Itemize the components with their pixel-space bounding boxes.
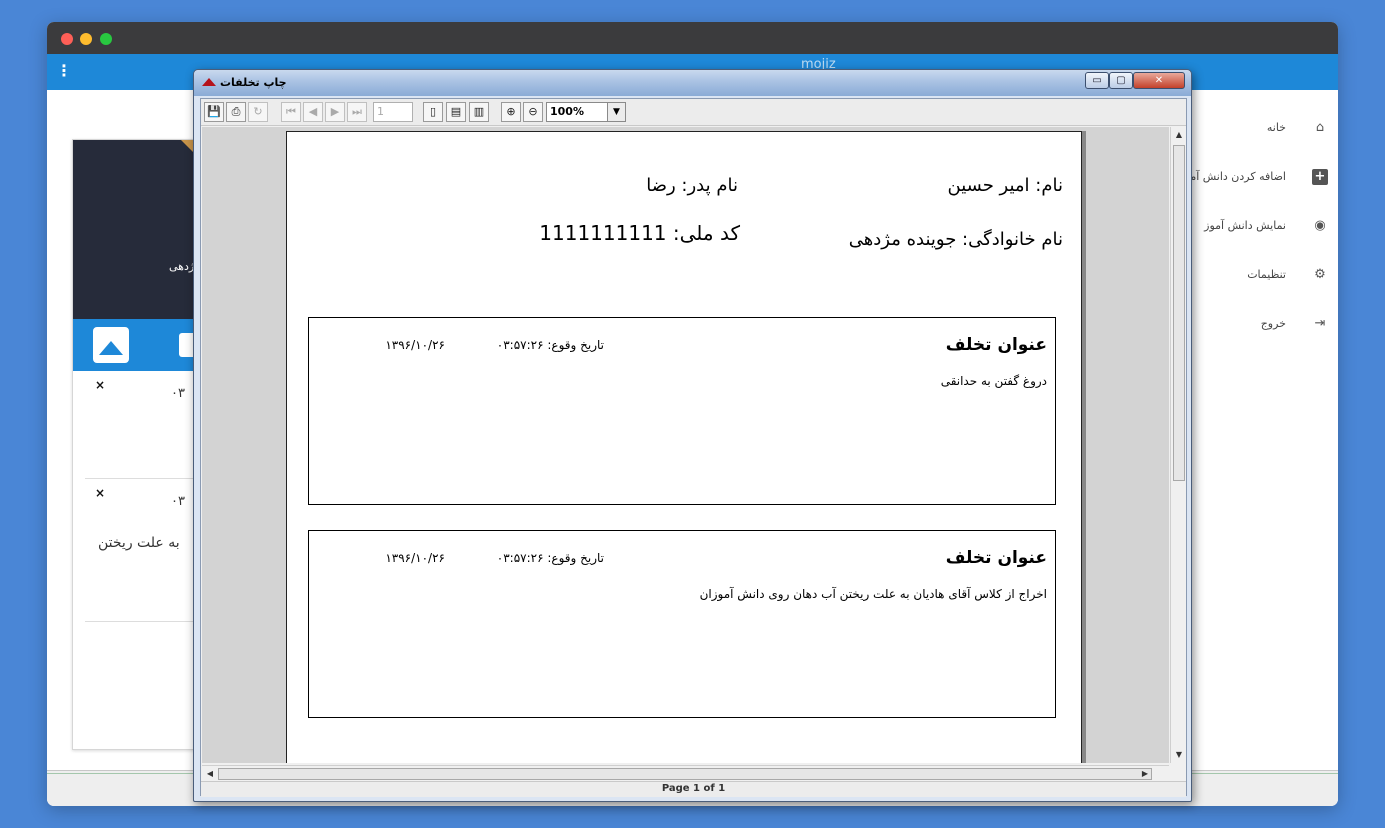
report-viewer: 💾 ⎙ ↻ ⏮ ◀ ▶ ⏭ 1 ▯ ▤ ▥ ⊕ ⊖ 100% ▼ نام: ام… [200, 98, 1187, 797]
sidebar-item-settings[interactable]: ⚙ تنظیمات [1188, 262, 1338, 290]
student-card: ژدهی × ۰۳ × ۰۳ به علت ریختن [72, 139, 207, 750]
father-name: نام پدر: رضا [646, 175, 738, 196]
report-viewport: نام: امیر حسین نام پدر: رضا نام خانوادگی… [202, 127, 1169, 763]
scroll-right-icon[interactable]: ▶ [1139, 768, 1151, 780]
violation-title: عنوان تخلف [945, 335, 1047, 355]
minimize-window-button[interactable] [80, 33, 92, 45]
violation-box: عنوان تخلف تاریخ وقوع: ۰۳:۵۷:۲۶ ۱۳۹۶/۱۰/… [308, 530, 1056, 718]
student-name: نام: امیر حسین [947, 175, 1063, 196]
sidebar-item-show-student[interactable]: ◉ نمایش دانش آموز [1188, 213, 1338, 241]
gears-icon: ⚙ [1314, 267, 1326, 282]
maximize-button[interactable]: ▢ [1109, 72, 1133, 89]
delete-icon[interactable]: × [95, 378, 105, 392]
violation-description: دروغ گفتن به حدانقی [940, 374, 1047, 388]
sidebar-item-label: خروج [1260, 317, 1286, 330]
logout-icon: ⇥ [1314, 316, 1326, 331]
scroll-up-icon[interactable]: ▲ [1173, 129, 1185, 141]
divider [85, 621, 205, 622]
first-page-button[interactable]: ⏮ [281, 102, 301, 122]
violation-date-fragment: ۰۳ [171, 494, 185, 509]
print-button[interactable]: ⎙ [226, 102, 246, 122]
sidebar-item-label: نمایش دانش آموز [1204, 219, 1286, 232]
last-page-button[interactable]: ⏭ [347, 102, 367, 122]
status-bar: Page 1 of 1 [201, 781, 1186, 797]
dialog-title: چاپ تخلفات [220, 76, 287, 89]
fit-width-button[interactable]: ▥ [469, 102, 489, 122]
menu-dots-icon[interactable]: ⋮ [56, 61, 72, 81]
sidebar-item-logout[interactable]: ⇥ خروج [1188, 311, 1338, 339]
sidebar-item-label: تنظیمات [1247, 268, 1286, 281]
card-action-bar [73, 319, 201, 371]
sidebar-item-label: اضافه کردن دانش آموز [1179, 170, 1286, 183]
scroll-thumb[interactable] [218, 768, 1152, 780]
plus-square-icon: + [1312, 169, 1328, 185]
viewer-toolbar: 💾 ⎙ ↻ ⏮ ◀ ▶ ⏭ 1 ▯ ▤ ▥ ⊕ ⊖ 100% ▼ [201, 99, 1186, 126]
home-icon: ⌂ [1315, 120, 1325, 135]
student-name-fragment: ژدهی [169, 260, 195, 273]
prev-page-button[interactable]: ◀ [303, 102, 323, 122]
card-header: ژدهی [73, 140, 207, 319]
next-page-button[interactable]: ▶ [325, 102, 345, 122]
violation-date-fragment: ۰۳ [171, 386, 185, 401]
chevron-down-icon[interactable]: ▼ [607, 103, 625, 121]
sidebar-nav: ⌂ خانه + اضافه کردن دانش آموز ◉ نمایش دا… [1179, 90, 1338, 770]
violation-title: عنوان تخلف [945, 548, 1047, 568]
window-titlebar [47, 22, 1338, 54]
report-page: نام: امیر حسین نام پدر: رضا نام خانوادگی… [286, 131, 1082, 763]
scroll-down-icon[interactable]: ▼ [1173, 749, 1185, 761]
scroll-thumb[interactable] [1173, 145, 1185, 481]
eye-icon: ◉ [1314, 218, 1326, 233]
delete-icon[interactable]: × [95, 486, 105, 500]
fit-page-button[interactable]: ▤ [446, 102, 466, 122]
divider [85, 478, 205, 479]
maximize-window-button[interactable] [100, 33, 112, 45]
zoom-value: 100% [550, 105, 584, 118]
scroll-left-icon[interactable]: ◀ [204, 768, 216, 780]
sidebar-item-home[interactable]: ⌂ خانه [1188, 115, 1338, 143]
image-icon[interactable] [93, 327, 129, 363]
minimize-button[interactable]: ▭ [1085, 72, 1109, 89]
horizontal-scrollbar[interactable]: ◀ ▶ [202, 765, 1169, 781]
page-number-input[interactable]: 1 [373, 102, 413, 122]
violation-date-value: ۱۳۹۶/۱۰/۲۶ [385, 338, 445, 352]
app-logo-icon [202, 78, 216, 86]
family-name: نام خانوادگی: جوینده مژدهی [848, 229, 1063, 250]
sidebar-item-add-student[interactable]: + اضافه کردن دانش آموز [1179, 164, 1338, 192]
close-button[interactable]: ✕ [1133, 72, 1185, 89]
violation-text-fragment: به علت ریختن [98, 535, 180, 551]
refresh-button[interactable]: ↻ [248, 102, 268, 122]
report-dialog: چاپ تخلفات ▭ ▢ ✕ 💾 ⎙ ↻ ⏮ ◀ ▶ ⏭ 1 ▯ ▤ ▥ ⊕… [193, 69, 1192, 802]
zoom-out-button[interactable]: ⊖ [523, 102, 543, 122]
vertical-scrollbar[interactable]: ▲ ▼ [1170, 127, 1186, 763]
sidebar-item-label: خانه [1266, 121, 1286, 134]
actual-size-button[interactable]: ▯ [423, 102, 443, 122]
national-id: کد ملی: 1111111111 [539, 221, 740, 245]
zoom-in-button[interactable]: ⊕ [501, 102, 521, 122]
violation-date-label: تاریخ وقوع: ۰۳:۵۷:۲۶ [496, 551, 604, 565]
zoom-select[interactable]: 100% ▼ [546, 102, 626, 122]
violation-date-label: تاریخ وقوع: ۰۳:۵۷:۲۶ [496, 338, 604, 352]
violation-date-value: ۱۳۹۶/۱۰/۲۶ [385, 551, 445, 565]
close-window-button[interactable] [61, 33, 73, 45]
save-button[interactable]: 💾 [204, 102, 224, 122]
violation-box: عنوان تخلف تاریخ وقوع: ۰۳:۵۷:۲۶ ۱۳۹۶/۱۰/… [308, 317, 1056, 505]
page-status: Page 1 of 1 [661, 783, 726, 794]
dialog-titlebar: چاپ تخلفات ▭ ▢ ✕ [194, 70, 1191, 96]
violation-description: اخراج از کلاس آقای هادیان به علت ریختن آ… [699, 587, 1047, 601]
